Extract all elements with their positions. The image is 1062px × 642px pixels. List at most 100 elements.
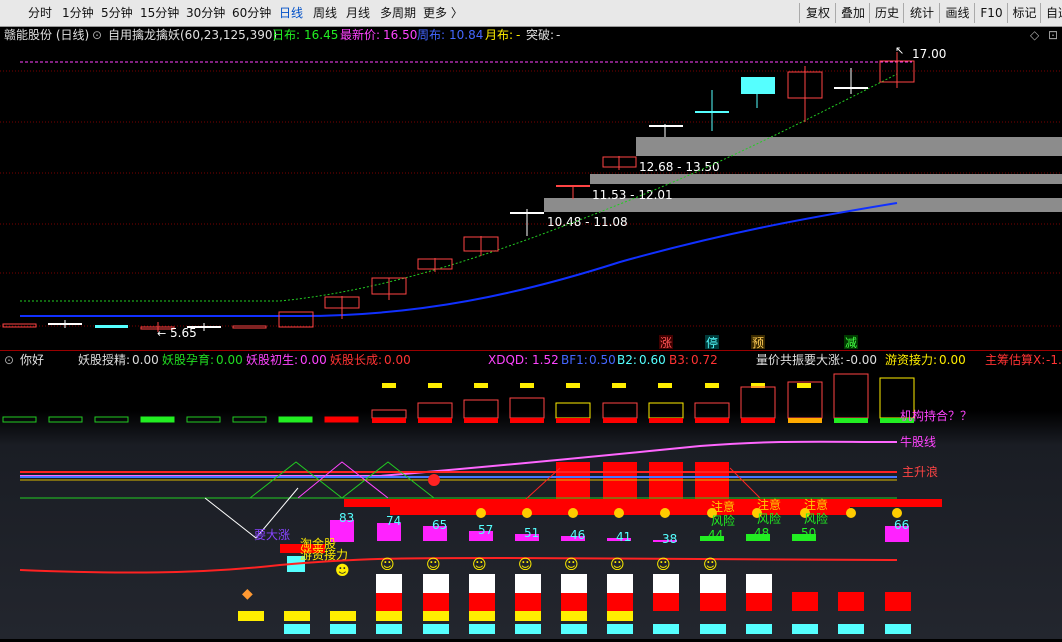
b3-value: 0.72 [691, 353, 718, 367]
warn-text-3: 注意 [804, 497, 828, 512]
period-tab-30min[interactable]: 30分钟 [186, 0, 225, 26]
sub-indicator-title[interactable]: 你好 [20, 351, 44, 369]
zone-label-3: 10.48 - 11.08 [547, 215, 628, 229]
b3-label: B3: [669, 353, 689, 367]
bf1-label: BF1: [561, 353, 588, 367]
candle [741, 77, 775, 108]
candle [48, 320, 82, 328]
candle [556, 185, 590, 199]
smiley-icon: ☻ [335, 563, 350, 579]
watchlist-button[interactable]: 自选 [1040, 3, 1062, 23]
diamond-gem-icon: ◆ [242, 586, 253, 602]
warn-text-1: 注意 [711, 499, 735, 514]
zone-bar-1 [636, 137, 1062, 156]
day-label: 日布: [272, 28, 301, 42]
period-tab-60min[interactable]: 60分钟 [232, 0, 271, 26]
candle [695, 90, 729, 131]
grown-label: 妖股长成: [330, 353, 383, 367]
red-dot-icon [428, 474, 440, 486]
ma-blue-line [20, 202, 898, 317]
month-value: - [516, 28, 521, 42]
indicator-toggle-icon[interactable]: ⊙ [92, 26, 102, 44]
main-estimate-label: 主筹估算X: [985, 353, 1046, 367]
sub-chart-canvas: 机构持合？？ 牛股线 主升浪 注意 风险 注意 风险 注意 风险 83 74 6… [0, 373, 1062, 639]
period-tab-timeshare[interactable]: 分时 [28, 0, 52, 26]
period-tab-15min[interactable]: 15分钟 [140, 0, 179, 26]
svg-text:44: 44 [708, 528, 723, 542]
main-rise-label: 主升浪 [902, 464, 938, 479]
big-rise-label: 要大涨 [254, 527, 290, 542]
seed-value: 0.00 [132, 353, 159, 367]
smiley-icon: ☺ [472, 557, 487, 573]
sub-toggle-icon[interactable]: ⊙ [4, 351, 14, 369]
risk-text-2: 风险 [757, 511, 781, 526]
latest-label: 最新价: [340, 28, 381, 42]
main-estimate-value: -1. [1046, 353, 1062, 367]
week-label: 周布: [417, 28, 446, 42]
grown-value: 0.00 [384, 353, 411, 367]
svg-text:50: 50 [801, 526, 816, 540]
svg-text:51: 51 [524, 526, 539, 540]
tag-jian: 减 [845, 336, 857, 350]
b2-label: B2: [617, 353, 637, 367]
zone-bar-2 [590, 174, 1062, 184]
smiley-icon: ☺ [610, 557, 625, 573]
draw-line-button[interactable]: 画线 [939, 3, 975, 23]
latest-value: 16.50 [383, 28, 418, 42]
candle [95, 325, 128, 328]
svg-text:83: 83 [339, 511, 354, 525]
institution-label: 机构持合？？ [900, 408, 972, 423]
period-tab-weekly[interactable]: 周线 [313, 0, 337, 26]
hot-money-label: 游资接力: [885, 353, 938, 367]
svg-text:57: 57 [478, 523, 493, 537]
warn-text-2: 注意 [757, 497, 781, 512]
candle [417, 258, 453, 272]
sub-indicator-bar: ⊙ 你好 妖股授精: 0.00 妖股孕育: 0.00 妖股初生: 0.00 妖股… [0, 350, 1062, 369]
candle [278, 311, 314, 328]
signal-tags: 涨 停 预 减 [659, 335, 858, 350]
candle [834, 68, 868, 94]
tag-zhang: 涨 [660, 335, 672, 350]
svg-text:74: 74 [386, 514, 401, 528]
expand-icon[interactable]: ⊡ [1048, 26, 1058, 44]
indicator-name[interactable]: 自用擒龙擒妖(60,23,125,390) [108, 26, 277, 44]
svg-text:41: 41 [616, 530, 631, 544]
period-toolbar: 分时 1分钟 5分钟 15分钟 30分钟 60分钟 日线 周线 月线 多周期 更… [0, 0, 1062, 27]
bf1-value: 0.50 [589, 353, 616, 367]
smiley-icon: ☺ [703, 557, 718, 573]
period-tab-5min[interactable]: 5分钟 [101, 0, 133, 26]
overlay-button[interactable]: 叠加 [835, 3, 870, 23]
smiley-icon: ☺ [380, 557, 395, 573]
diamond-icon[interactable]: ◇ [1030, 26, 1039, 44]
period-tab-more[interactable]: 更多 〉 [423, 0, 463, 26]
smiley-icon: ☺ [656, 557, 671, 573]
b2-value: 0.60 [639, 353, 666, 367]
high-arrow-icon: ↖ [895, 44, 904, 57]
period-tab-1min[interactable]: 1分钟 [62, 0, 94, 26]
candle [510, 209, 544, 236]
candle [463, 236, 499, 256]
sub-indicator-chart[interactable]: 机构持合？？ 牛股线 主升浪 注意 风险 注意 风险 注意 风险 83 74 6… [0, 368, 1062, 639]
risk-text-1: 风险 [711, 513, 735, 528]
f10-button[interactable]: F10 [974, 3, 1008, 23]
adjust-button[interactable]: 复权 [799, 3, 836, 23]
month-label: 月布: [485, 28, 514, 42]
bull-line-label: 牛股线 [900, 434, 936, 449]
period-tab-daily[interactable]: 日线 [279, 0, 303, 26]
risk-text-3: 风险 [804, 511, 828, 526]
nurture-label: 妖股孕育: [162, 353, 215, 367]
mark-button[interactable]: 标记 [1007, 3, 1041, 23]
period-tab-multi[interactable]: 多周期 [380, 0, 416, 26]
statistics-button[interactable]: 统计 [903, 3, 940, 23]
seed-label: 妖股授精: [78, 353, 131, 367]
tag-ting: 停 [706, 335, 718, 350]
period-tab-monthly[interactable]: 月线 [346, 0, 370, 26]
week-value: 10.84 [449, 28, 484, 42]
xdqd-label: XDQD: [488, 353, 529, 367]
indicator-info-bar: 赣能股份 (日线) ⊙ 自用擒龙擒妖(60,23,125,390) 日布: 16… [0, 26, 1062, 44]
main-price-chart[interactable]: 12.68 - 13.50 11.53 - 12.01 10.48 - 11.0… [0, 44, 1062, 350]
tag-yu: 预 [752, 336, 764, 350]
smiley-icon: ☺ [518, 557, 533, 573]
smiley-icon: ☺ [564, 557, 579, 573]
history-button[interactable]: 历史 [869, 3, 904, 23]
